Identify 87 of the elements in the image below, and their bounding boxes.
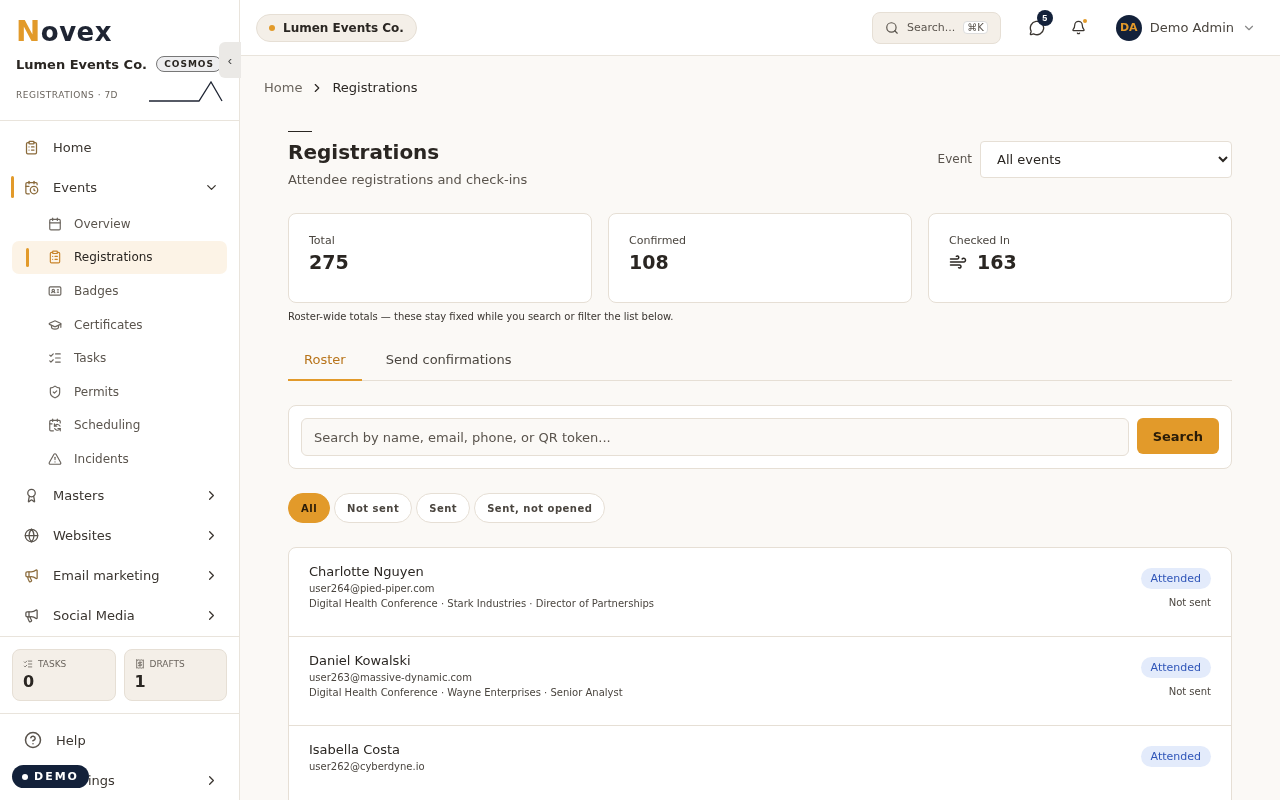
stat-value: 108 (629, 251, 669, 273)
tab[interactable]: Roster (288, 342, 362, 381)
stat-label: Checked In (949, 234, 1011, 247)
collapse-button[interactable]: ‹ (219, 42, 241, 78)
nav-subitem[interactable]: Scheduling (12, 408, 227, 443)
nav-item[interactable]: Websites (12, 515, 227, 556)
status-badge: Attended (1140, 568, 1211, 589)
id-card-icon (48, 284, 62, 298)
filter-chip[interactable]: Sent (416, 493, 471, 523)
event-label: Event (937, 152, 972, 166)
search-icon (884, 20, 899, 35)
filter-chip[interactable]: Not sent (334, 493, 413, 523)
nav-item[interactable]: Social Media (12, 595, 227, 636)
registration-row[interactable]: Isabella Costa user262@cyberdyne.io Attended (289, 726, 1231, 800)
help-icon (24, 731, 42, 749)
breadcrumb-link[interactable]: Home (264, 80, 303, 95)
breadcrumb-link[interactable]: Registrations (332, 80, 418, 95)
nav-subitem[interactable]: Registrations (12, 240, 227, 275)
counter-card[interactable]: DRAFTS 1 (123, 649, 227, 701)
tab[interactable]: Send confirmations (369, 342, 528, 381)
filter-chip[interactable]: All (288, 493, 331, 523)
attendee-email: user264@pied-piper.com (309, 583, 436, 594)
award-icon (24, 488, 39, 504)
calendar-icon (48, 216, 62, 231)
workspace-chip[interactable]: Lumen Events Co. (256, 13, 417, 42)
stats-note: Roster-wide totals — these stay fixed while you search or filter the list below. (288, 311, 675, 322)
metric-label: REGISTRATIONS · 7D (16, 90, 119, 102)
attendee-email: user262@cyberdyne.io (309, 761, 425, 772)
attendee-name: Daniel Kowalski (309, 653, 412, 668)
count-badge: 5 (1036, 9, 1053, 26)
attendee-name: Isabella Costa (309, 742, 401, 757)
clipboard-icon (24, 139, 39, 155)
receipt-icon (134, 659, 145, 669)
page-title: Registrations (288, 140, 441, 164)
registration-row[interactable]: Charlotte Nguyen user264@pied-piper.com Digital Health Conference · Stark Industries · Director of Partnerships Attended Not sent (289, 548, 1231, 637)
organization-name: Lumen Events Co. (16, 56, 147, 72)
checklist-icon (48, 351, 62, 366)
nav-item[interactable]: Events (12, 167, 227, 207)
attendee-name: Charlotte Nguyen (309, 564, 425, 579)
counter-label: TASKS (38, 659, 67, 669)
counter-card[interactable]: TASKS 0 (12, 649, 116, 701)
stat-label: Confirmed (629, 234, 688, 247)
warning-icon (48, 451, 62, 466)
counter-value: 1 (134, 672, 147, 691)
status-badge: Attended (1140, 657, 1211, 678)
checklist-icon (23, 659, 33, 669)
chat-bubble-icon (1028, 19, 1045, 36)
stat-value: 163 (977, 251, 1017, 273)
registration-row[interactable]: Daniel Kowalski user263@massive-dynamic.com Digital Health Conference · Wayne Enterprises · Senior Analyst Attended Not sent (289, 637, 1231, 726)
shield-check-icon (48, 384, 62, 399)
nav-subitem[interactable]: Permits (12, 374, 227, 409)
nav-item[interactable]: Help (12, 720, 227, 760)
globe-icon (24, 528, 39, 544)
logo: Novex (16, 14, 113, 48)
demo-badge: DEMO (12, 765, 89, 788)
status-badge: Attended (1140, 746, 1211, 767)
delivery-status: Not sent (1168, 686, 1211, 697)
nav-subitem[interactable]: Tasks (12, 341, 227, 375)
search-field[interactable]: Search by name, email, phone, or QR token... (301, 418, 1129, 456)
nav-subitem[interactable]: Certificates (12, 307, 227, 342)
attendee-details: Digital Health Conference · Wayne Enterprises · Senior Analyst (309, 687, 623, 698)
delivery-status: Not sent (1168, 597, 1211, 608)
attendee-details: Digital Health Conference · Stark Industries · Director of Partnerships (309, 598, 655, 609)
nav-subitem[interactable]: Overview (12, 207, 227, 241)
stat-value: 275 (309, 251, 349, 273)
megaphone-icon (24, 608, 39, 624)
megaphone-icon (24, 568, 39, 584)
event-select[interactable]: All events (980, 140, 1232, 178)
clipboard-icon (48, 250, 62, 265)
stat-label: Total (309, 234, 336, 247)
search-button[interactable]: Search (1136, 418, 1219, 454)
bell-icon (1070, 20, 1086, 35)
attendee-email: user263@massive-dynamic.com (309, 672, 473, 683)
filter-chip[interactable]: Sent, not opened (474, 493, 606, 523)
counter-value: 0 (23, 672, 36, 691)
search-button[interactable]: Search... ⌘K (871, 11, 1001, 44)
nav-item[interactable]: Masters (12, 475, 227, 516)
nav-subitem[interactable]: Badges (12, 274, 227, 308)
page-subtitle: Attendee registrations and check-ins (288, 172, 528, 187)
nav-item[interactable]: ings (86, 760, 227, 800)
nav-item[interactable]: Email marketing (12, 555, 227, 596)
graduation-cap-icon (48, 317, 62, 332)
nav-item[interactable]: Home (12, 127, 227, 167)
plan-badge: COSMOS (156, 56, 222, 72)
counter-label: DRAFTS (149, 659, 185, 669)
nav-subitem[interactable]: Incidents (12, 442, 227, 476)
user-menu[interactable]: DA Demo Admin (1115, 14, 1256, 41)
